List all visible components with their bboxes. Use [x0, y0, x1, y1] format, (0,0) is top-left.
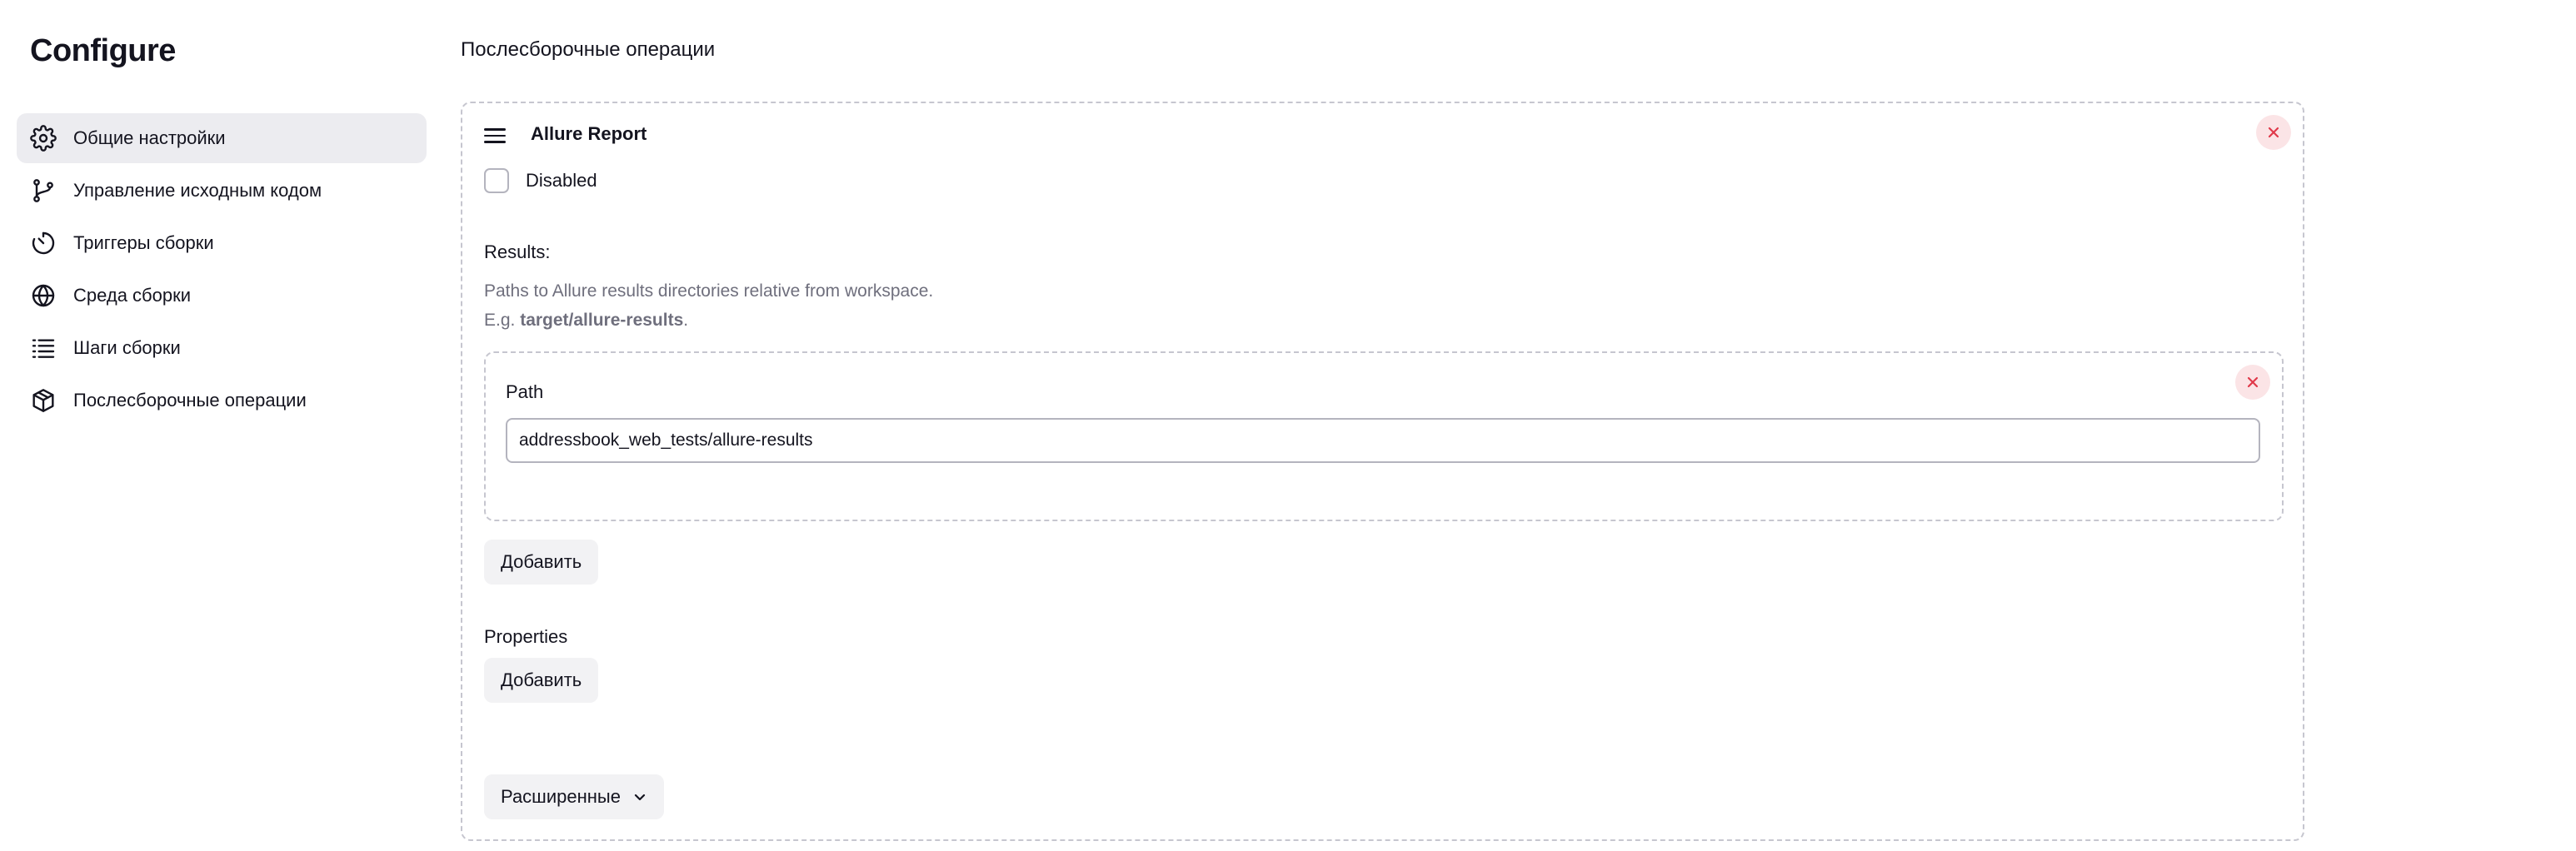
- sidebar-item-label: Общие настройки: [73, 127, 226, 148]
- disabled-checkbox-label: Disabled: [526, 170, 597, 191]
- sidebar-item-label: Управление исходным кодом: [73, 180, 322, 201]
- sidebar-item-build-environment[interactable]: Среда сборки: [17, 271, 427, 321]
- operation-title: Allure Report: [531, 123, 647, 144]
- advanced-toggle-button[interactable]: Расширенные: [484, 774, 664, 819]
- drag-handle-icon[interactable]: [484, 128, 506, 147]
- page-title: Configure: [30, 33, 176, 68]
- list-icon: [30, 335, 57, 361]
- help-example-line: E.g. target/allure-results.: [484, 306, 933, 335]
- timer-icon: [30, 230, 57, 256]
- sidebar-item-label: Послесборочные операции: [73, 390, 307, 411]
- help-suffix: .: [683, 311, 689, 330]
- disabled-checkbox-row[interactable]: Disabled: [484, 168, 597, 193]
- help-prefix: E.g.: [484, 311, 521, 330]
- sidebar-item-build-triggers[interactable]: Триггеры сборки: [17, 218, 427, 268]
- results-label: Results:: [484, 241, 551, 262]
- globe-icon: [30, 282, 57, 309]
- source-branch-icon: [30, 177, 57, 204]
- sidebar-item-label: Шаги сборки: [73, 337, 181, 358]
- path-input[interactable]: [506, 418, 2260, 463]
- chevron-down-icon: [632, 789, 647, 804]
- sidebar-item-label: Среда сборки: [73, 285, 192, 306]
- properties-label: Properties: [484, 626, 568, 647]
- remove-operation-button[interactable]: [2256, 115, 2291, 150]
- remove-path-button[interactable]: [2235, 365, 2270, 400]
- post-build-operation-card: Allure Report Disabled Results: Paths to…: [461, 102, 2304, 841]
- path-label: Path: [506, 381, 544, 402]
- add-results-button[interactable]: Добавить: [484, 540, 599, 585]
- add-property-button[interactable]: Добавить: [484, 658, 599, 703]
- close-icon: [2268, 127, 2279, 138]
- sidebar-item-build-steps[interactable]: Шаги сборки: [17, 323, 427, 373]
- results-help-text: Paths to Allure results directories rela…: [484, 276, 933, 335]
- path-entry-card: Path: [484, 351, 2284, 521]
- sidebar-item-source-control[interactable]: Управление исходным кодом: [17, 166, 427, 216]
- section-title: Послесборочные операции: [461, 38, 716, 61]
- sidebar-item-general-settings[interactable]: Общие настройки: [17, 113, 427, 163]
- sidebar-nav: Общие настройки Управление исходным кодо…: [17, 113, 427, 428]
- close-icon: [2247, 376, 2259, 388]
- help-line: Paths to Allure results directories rela…: [484, 281, 934, 301]
- gear-icon: [30, 125, 57, 152]
- sidebar-item-post-build-actions[interactable]: Послесборочные операции: [17, 376, 427, 426]
- sidebar-item-label: Триггеры сборки: [73, 232, 214, 253]
- advanced-label: Расширенные: [501, 786, 621, 807]
- help-example: target/allure-results: [520, 311, 684, 330]
- disabled-checkbox[interactable]: [484, 168, 509, 193]
- package-icon: [30, 387, 57, 414]
